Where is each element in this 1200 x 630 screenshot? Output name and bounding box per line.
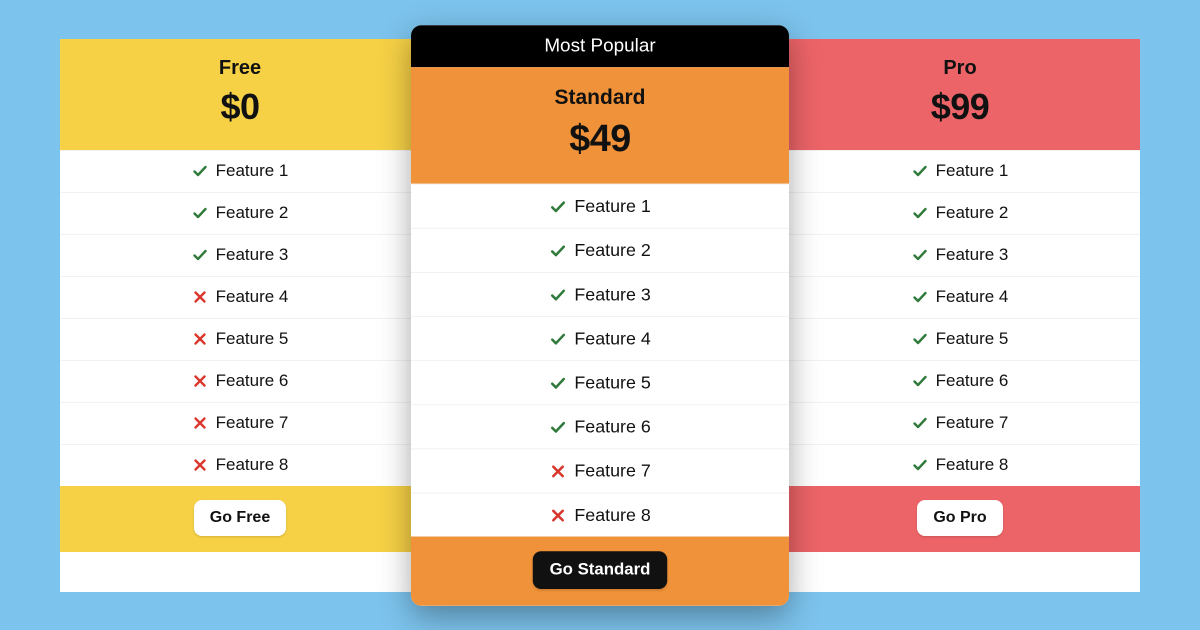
feature-label: Feature 6 bbox=[936, 371, 1009, 391]
feature-label: Feature 8 bbox=[216, 455, 289, 475]
feature-label: Feature 6 bbox=[574, 416, 650, 437]
feature-label: Feature 7 bbox=[574, 460, 650, 481]
check-icon bbox=[192, 205, 208, 221]
feature-list: Feature 1 Feature 2 Feature 3 Feature 4 Feat… bbox=[60, 150, 420, 486]
check-icon bbox=[912, 331, 928, 347]
feature-label: Feature 3 bbox=[574, 284, 650, 305]
feature-row: Feature 5 bbox=[60, 318, 420, 360]
plan-footer: Go Pro bbox=[780, 486, 1140, 552]
check-icon bbox=[549, 418, 566, 435]
feature-row: Feature 6 bbox=[411, 404, 789, 448]
check-icon bbox=[912, 247, 928, 263]
check-icon bbox=[912, 373, 928, 389]
feature-list: Feature 1 Feature 2 Feature 3 Feature 4 Feat… bbox=[780, 150, 1140, 486]
plan-header: Standard $49 bbox=[411, 67, 789, 184]
cta-pro-button[interactable]: Go Pro bbox=[917, 500, 1002, 536]
plan-footer: Go Free bbox=[60, 486, 420, 552]
feature-label: Feature 6 bbox=[216, 371, 289, 391]
check-icon bbox=[912, 163, 928, 179]
feature-label: Feature 2 bbox=[574, 239, 650, 260]
feature-label: Feature 8 bbox=[574, 504, 650, 525]
feature-row: Feature 3 bbox=[60, 234, 420, 276]
plan-price: $49 bbox=[422, 116, 779, 160]
feature-row: Feature 6 bbox=[780, 360, 1140, 402]
feature-row: Feature 3 bbox=[411, 271, 789, 315]
feature-row: Feature 4 bbox=[60, 276, 420, 318]
feature-label: Feature 1 bbox=[936, 161, 1009, 181]
check-icon bbox=[549, 374, 566, 391]
check-icon bbox=[549, 242, 566, 259]
most-popular-badge: Most Popular bbox=[411, 25, 789, 67]
feature-label: Feature 3 bbox=[216, 245, 289, 265]
pricing-table: Free$0Feature 1Feature 2Feature 3Feature… bbox=[60, 39, 1140, 592]
check-icon bbox=[192, 247, 208, 263]
feature-label: Feature 5 bbox=[574, 372, 650, 393]
feature-row: Feature 4 bbox=[780, 276, 1140, 318]
plan-header: Free $0 bbox=[60, 39, 420, 150]
plan-name: Pro bbox=[790, 57, 1130, 80]
plan-header: Pro $99 bbox=[780, 39, 1140, 150]
check-icon bbox=[912, 289, 928, 305]
feature-label: Feature 2 bbox=[936, 203, 1009, 223]
feature-row: Feature 8 bbox=[60, 444, 420, 486]
cross-icon bbox=[192, 373, 208, 389]
plan-free: Free$0Feature 1Feature 2Feature 3Feature… bbox=[60, 39, 420, 592]
feature-label: Feature 1 bbox=[574, 195, 650, 216]
check-icon bbox=[912, 415, 928, 431]
feature-label: Feature 3 bbox=[936, 245, 1009, 265]
plan-pro: Pro$99Feature 1Feature 2Feature 3Feature… bbox=[780, 39, 1140, 592]
feature-row: Feature 5 bbox=[411, 360, 789, 404]
feature-label: Feature 1 bbox=[216, 161, 289, 181]
cta-free-button[interactable]: Go Free bbox=[194, 500, 286, 536]
check-icon bbox=[549, 286, 566, 303]
feature-row: Feature 7 bbox=[411, 448, 789, 492]
feature-row: Feature 3 bbox=[780, 234, 1140, 276]
feature-label: Feature 5 bbox=[216, 329, 289, 349]
check-icon bbox=[912, 205, 928, 221]
plan-name: Standard bbox=[422, 86, 779, 110]
feature-row: Feature 8 bbox=[411, 492, 789, 536]
plan-footer: Go Standard bbox=[411, 536, 789, 605]
feature-row: Feature 8 bbox=[780, 444, 1140, 486]
feature-label: Feature 2 bbox=[216, 203, 289, 223]
cross-icon bbox=[192, 457, 208, 473]
plan-standard: Most PopularStandard$49Feature 1Feature … bbox=[411, 25, 789, 606]
check-icon bbox=[549, 330, 566, 347]
feature-row: Feature 1 bbox=[411, 183, 789, 227]
feature-row: Feature 1 bbox=[60, 150, 420, 192]
feature-row: Feature 7 bbox=[60, 402, 420, 444]
feature-list: Feature 1 Feature 2 Feature 3 Feature 4 Feat… bbox=[411, 183, 789, 536]
plan-name: Free bbox=[70, 57, 410, 80]
cta-standard-button[interactable]: Go Standard bbox=[533, 551, 667, 589]
check-icon bbox=[192, 163, 208, 179]
feature-row: Feature 4 bbox=[411, 316, 789, 360]
cross-icon bbox=[549, 506, 566, 523]
cross-icon bbox=[192, 289, 208, 305]
feature-row: Feature 2 bbox=[60, 192, 420, 234]
feature-label: Feature 5 bbox=[936, 329, 1009, 349]
feature-row: Feature 2 bbox=[411, 227, 789, 271]
feature-row: Feature 5 bbox=[780, 318, 1140, 360]
feature-row: Feature 2 bbox=[780, 192, 1140, 234]
feature-row: Feature 6 bbox=[60, 360, 420, 402]
cross-icon bbox=[192, 415, 208, 431]
feature-row: Feature 7 bbox=[780, 402, 1140, 444]
cross-icon bbox=[192, 331, 208, 347]
feature-label: Feature 7 bbox=[936, 413, 1009, 433]
feature-label: Feature 4 bbox=[216, 287, 289, 307]
plan-price: $0 bbox=[70, 86, 410, 128]
cross-icon bbox=[549, 462, 566, 479]
feature-label: Feature 4 bbox=[936, 287, 1009, 307]
check-icon bbox=[912, 457, 928, 473]
feature-row: Feature 1 bbox=[780, 150, 1140, 192]
feature-label: Feature 8 bbox=[936, 455, 1009, 475]
plan-price: $99 bbox=[790, 86, 1130, 128]
feature-label: Feature 7 bbox=[216, 413, 289, 433]
check-icon bbox=[549, 197, 566, 214]
feature-label: Feature 4 bbox=[574, 328, 650, 349]
